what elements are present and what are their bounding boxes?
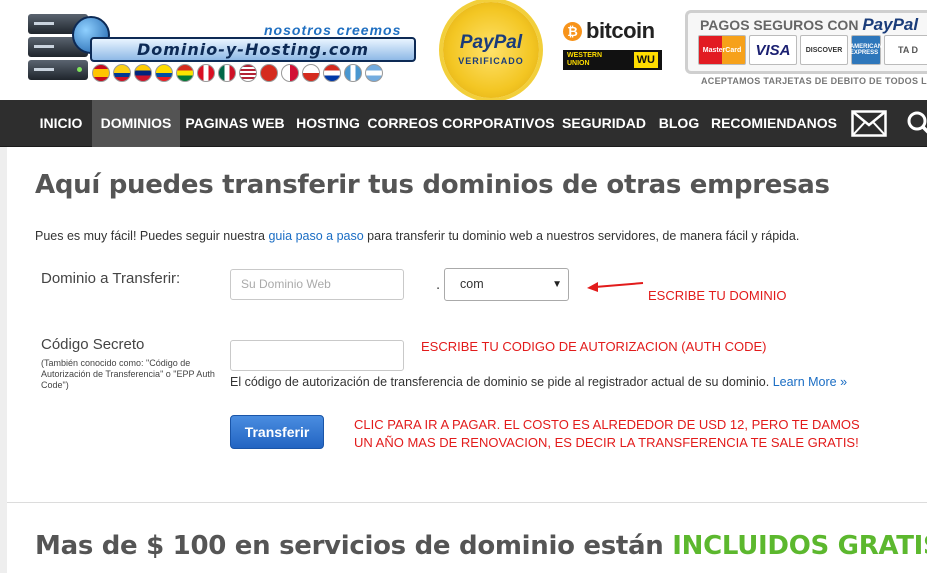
- bottom-title-highlight: INCLUIDOS GRATIS: [672, 531, 927, 561]
- chevron-down-icon: ▼: [552, 279, 562, 290]
- nav-item-hosting[interactable]: HOSTING: [290, 100, 366, 147]
- domain-dot-separator: .: [436, 276, 441, 293]
- flag-chile-icon: [302, 64, 320, 82]
- mastercard-icon: MasterCard: [698, 35, 746, 65]
- site-logo[interactable]: nosotros creemos Dominio-y-Hosting.com: [28, 6, 420, 90]
- tld-select[interactable]: com ▼: [444, 268, 569, 301]
- annotation-pay: CLIC PARA IR A PAGAR. EL COSTO ES ALREDE…: [354, 416, 860, 452]
- flag-panama-icon: [281, 64, 299, 82]
- flag-ecuador-icon: [155, 64, 173, 82]
- red-arrow-annotation: [587, 282, 644, 292]
- auth-code-input[interactable]: [230, 340, 404, 371]
- transfer-button[interactable]: Transferir: [230, 415, 324, 449]
- bottom-title: Mas de $ 100 en servicios de dominio est…: [35, 531, 927, 561]
- flag-spain-icon: [92, 64, 110, 82]
- flag-bolivia-icon: [176, 64, 194, 82]
- discover-icon: DISCOVER: [800, 35, 848, 65]
- intro-text-after: para transferir tu dominio web a nuestro…: [363, 229, 800, 243]
- code-label: Código Secreto: [41, 336, 145, 353]
- domain-label: Dominio a Transferir:: [41, 270, 181, 287]
- paypal-seal-brand: PayPal: [459, 32, 523, 53]
- flag-switzerland-icon: [260, 64, 278, 82]
- auth-code-help-text: El código de autorización de transferenc…: [230, 375, 773, 389]
- nav-item-dominios[interactable]: DOMINIOS: [92, 100, 180, 147]
- flag-argentina-icon: [365, 64, 383, 82]
- bitcoin-icon: ₿: [563, 21, 582, 41]
- bitcoin-logo: ₿ bitcoin: [563, 18, 655, 44]
- domain-input[interactable]: Su Dominio Web: [230, 269, 404, 300]
- flag-colombia-icon: [113, 64, 131, 82]
- country-flags: [92, 64, 383, 82]
- tarjeta-icon: TA D: [884, 35, 927, 65]
- paypal-seal-label: VERIFICADO: [458, 56, 524, 66]
- western-union-logo: WESTERN UNION WU: [563, 50, 662, 70]
- learn-more-link[interactable]: Learn More »: [773, 375, 847, 389]
- annotation-pay-line2: UN AÑO MAS DE RENOVACION, ES DECIR LA TR…: [354, 435, 859, 450]
- visa-icon: VISA: [749, 35, 797, 65]
- paypal-verified-seal: PayPal VERIFICADO: [443, 2, 539, 98]
- nav-item-blog[interactable]: BLOG: [652, 100, 706, 147]
- nav-item-paginas-web[interactable]: PAGINAS WEB: [180, 100, 290, 147]
- secure-payments-banner: PAGOS SEGUROS CON PayPal MasterCard VISA…: [685, 10, 927, 74]
- logo-slogan: nosotros creemos: [264, 22, 402, 38]
- main-nav: INICIO DOMINIOS PAGINAS WEB HOSTING CORR…: [0, 100, 927, 147]
- bottom-title-text: Mas de $ 100 en servicios de dominio est…: [35, 531, 673, 561]
- annotation-domain: ESCRIBE TU DOMINIO: [648, 288, 787, 303]
- flag-venezuela-icon: [134, 64, 152, 82]
- amex-icon: AMERICAN EXPRESS: [850, 35, 882, 65]
- annotation-pay-line1: CLIC PARA IR A PAGAR. EL COSTO ES ALREDE…: [354, 417, 860, 432]
- site-header: nosotros creemos Dominio-y-Hosting.com P…: [0, 0, 927, 100]
- accepted-cards-note: ACEPTAMOS TARJETAS DE DEBITO DE TODOS L: [701, 76, 927, 86]
- annotation-code: ESCRIBE TU CODIGO DE AUTORIZACION (AUTH …: [421, 339, 767, 354]
- tld-select-value: com: [460, 277, 484, 291]
- logo-text: Dominio-y-Hosting.com: [90, 37, 416, 62]
- flag-usa-icon: [239, 64, 257, 82]
- mail-icon[interactable]: [851, 110, 887, 137]
- page-title: Aquí puedes transferir tus dominios de o…: [35, 170, 830, 200]
- nav-item-recomiendanos[interactable]: RECOMIENDANOS: [706, 100, 842, 147]
- flag-paraguay-icon: [323, 64, 341, 82]
- secure-payments-title: PAGOS SEGUROS CON PayPal: [700, 15, 918, 35]
- guide-link[interactable]: guia paso a paso: [268, 229, 363, 243]
- western-union-mark: WU: [633, 52, 658, 68]
- flag-guatemala-icon: [344, 64, 362, 82]
- code-note: (También conocido como: "Código de Autor…: [41, 358, 215, 390]
- secure-payments-brand: PayPal: [862, 15, 919, 34]
- nav-item-correos-corporativos[interactable]: CORREOS CORPORATIVOS: [366, 100, 556, 147]
- search-icon[interactable]: [906, 110, 927, 138]
- intro-text: Pues es muy fácil! Puedes seguir nuestra…: [35, 229, 799, 243]
- card-logos: MasterCard VISA DISCOVER AMERICAN EXPRES…: [698, 35, 927, 65]
- auth-code-help: El código de autorización de transferenc…: [230, 375, 847, 389]
- intro-text-before: Pues es muy fácil! Puedes seguir nuestra: [35, 229, 269, 243]
- flag-mexico-icon: [218, 64, 236, 82]
- secure-payments-text: PAGOS SEGUROS CON: [700, 17, 859, 33]
- nav-item-seguridad[interactable]: SEGURIDAD: [556, 100, 652, 147]
- nav-item-inicio[interactable]: INICIO: [30, 100, 92, 147]
- flag-peru-icon: [197, 64, 215, 82]
- bitcoin-text: bitcoin: [586, 18, 655, 43]
